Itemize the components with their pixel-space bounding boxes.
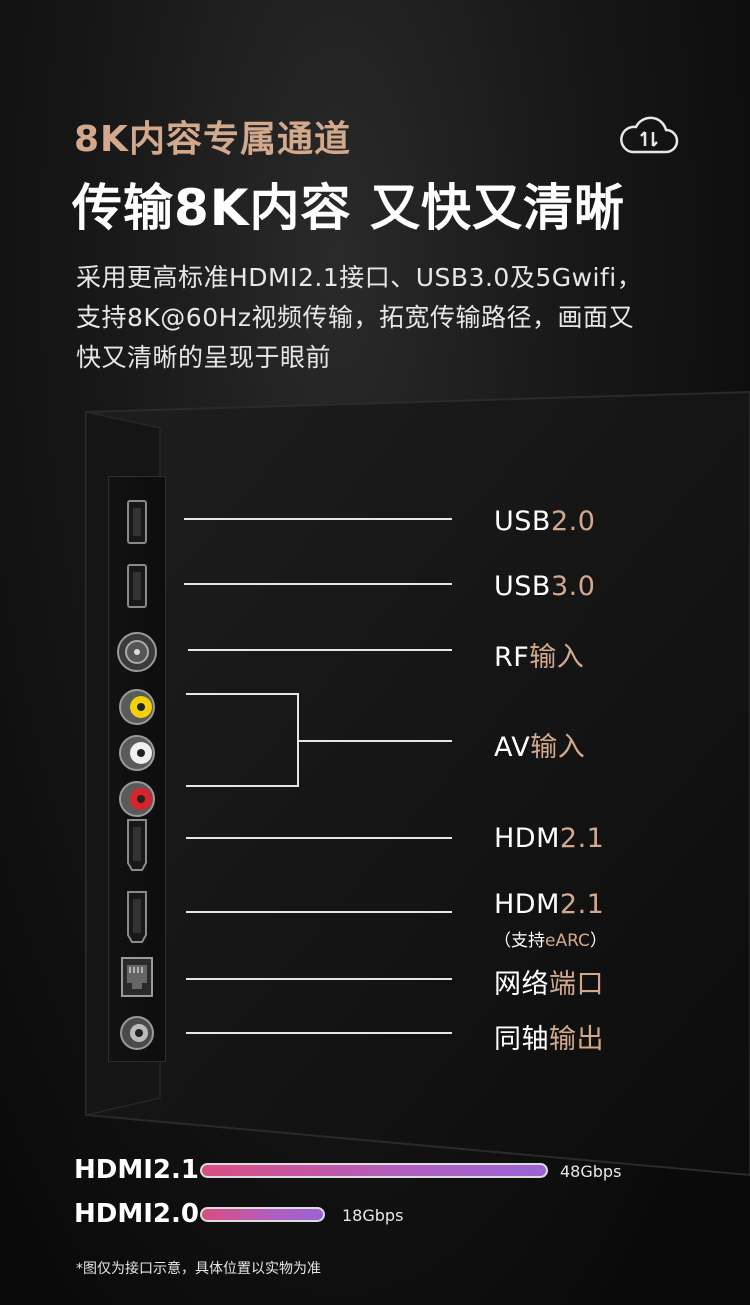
eyebrow-title: 8K内容专属通道 <box>74 119 351 160</box>
label-hdmi-1: HDM2.1 <box>494 823 605 854</box>
callout-line-hdmi2 <box>186 911 452 913</box>
bar-label-hdmi20: HDMI2.0 <box>74 1199 199 1229</box>
usb-port-icon <box>109 497 165 547</box>
callout-line-usb2 <box>184 518 452 520</box>
coaxial-output-icon <box>109 1009 165 1057</box>
bar-value-hdmi20: 18Gbps <box>342 1206 404 1225</box>
av-white-jack-icon <box>109 731 165 775</box>
callout-line-usb3 <box>184 583 452 585</box>
label-hdmi-2: HDM2.1 <box>494 889 605 920</box>
callout-line-av-bottom <box>186 785 298 787</box>
rf-connector-icon <box>109 627 165 677</box>
label-usb3: USB3.0 <box>494 571 596 602</box>
headline: 传输8K内容 又快又清晰 <box>72 179 625 237</box>
callout-line-av-top <box>186 693 298 695</box>
label-usb2: USB2.0 <box>494 506 596 537</box>
callout-line-coaxial <box>186 1032 452 1034</box>
page: 8K内容专属通道 传输8K内容 又快又清晰 采用更高标准HDMI2.1接口、US… <box>0 0 750 1305</box>
label-av-input: AV输入 <box>494 732 586 763</box>
callout-line-av <box>297 740 452 742</box>
cloud-transfer-icon <box>620 116 679 154</box>
label-network-port: 网络端口 <box>494 969 604 1000</box>
hdmi-earc-port-icon <box>109 887 165 947</box>
bar-value-hdmi21: 48Gbps <box>560 1162 622 1181</box>
label-coaxial-output: 同轴输出 <box>494 1024 604 1055</box>
callout-line-rf <box>188 649 452 651</box>
callout-line-hdmi1 <box>186 837 452 839</box>
port-panel <box>108 476 166 1062</box>
ethernet-port-icon <box>109 953 165 1001</box>
footnote: *图仅为接口示意，具体位置以实物为准 <box>76 1261 321 1277</box>
hdmi-port-icon <box>109 815 165 875</box>
callout-line-ethernet <box>186 978 452 980</box>
av-yellow-jack-icon <box>109 685 165 729</box>
bar-label-hdmi21: HDMI2.1 <box>74 1155 199 1185</box>
bar-hdmi21 <box>200 1163 548 1178</box>
description: 采用更高标准HDMI2.1接口、USB3.0及5Gwifi，支持8K@60Hz视… <box>76 263 643 372</box>
label-earc-note: （支持eARC） <box>494 931 607 951</box>
label-rf-input: RF输入 <box>494 642 585 673</box>
usb-port-icon <box>109 561 165 611</box>
bar-hdmi20 <box>200 1207 325 1222</box>
